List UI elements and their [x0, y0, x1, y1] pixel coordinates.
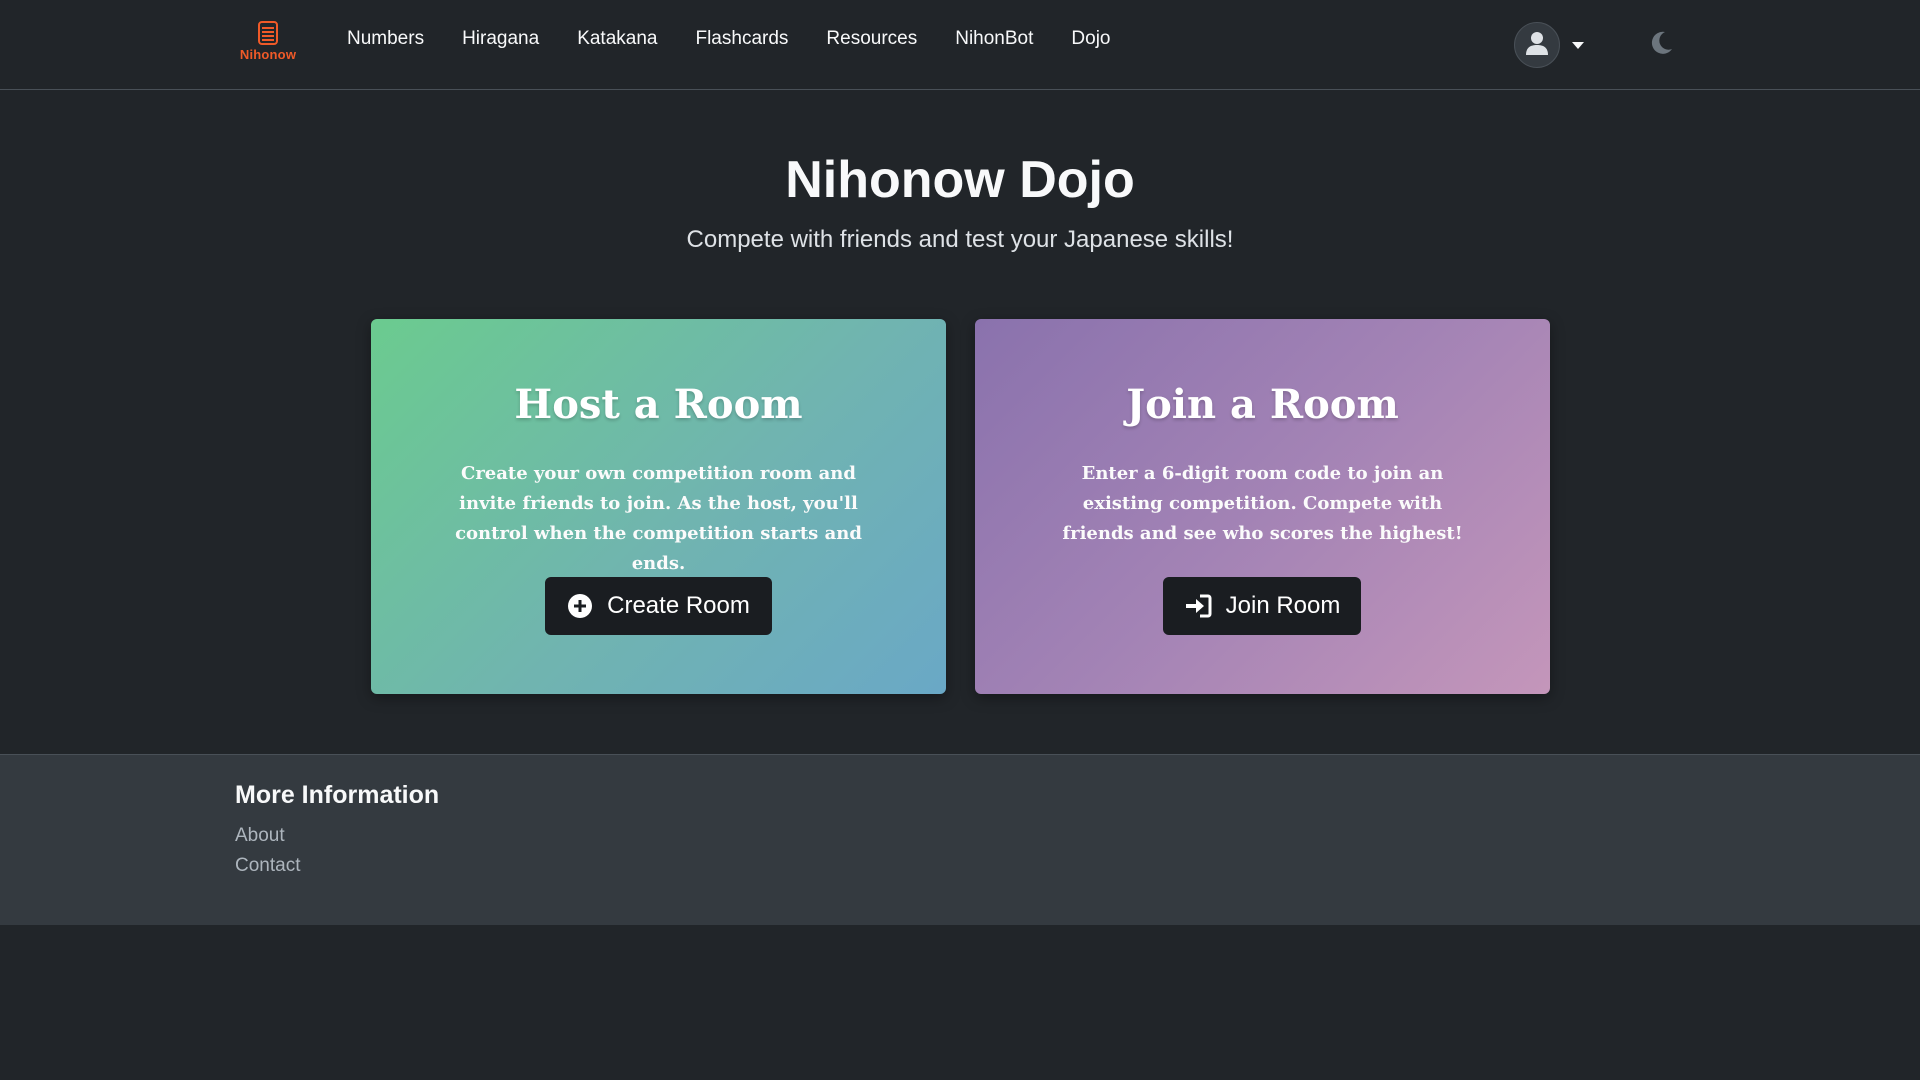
stacked-scroll-logo-icon — [255, 20, 281, 46]
avatar[interactable] — [1514, 22, 1560, 68]
create-room-label: Create Room — [607, 592, 750, 619]
brand-logo-link[interactable]: Nihonow — [235, 20, 301, 70]
top-navbar: Nihonow Numbers Hiragana Katakana Flashc… — [0, 0, 1920, 90]
join-room-card: Join a Room Enter a 6-digit room code to… — [975, 319, 1550, 694]
page-title: Nihonow Dojo — [785, 151, 1135, 209]
join-room-label: Join Room — [1225, 592, 1341, 619]
caret-down-icon[interactable] — [1572, 41, 1584, 49]
nav-link-flashcards[interactable]: Flashcards — [676, 0, 807, 78]
nav-link-resources[interactable]: Resources — [807, 0, 936, 78]
join-room-title: Join a Room — [1126, 381, 1399, 428]
host-room-card: Host a Room Create your own competition … — [371, 319, 946, 694]
nav-link-numbers[interactable]: Numbers — [327, 0, 443, 78]
footer-link-contact[interactable]: Contact — [235, 855, 300, 877]
footer-title: More Information — [235, 781, 440, 809]
host-room-title: Host a Room — [514, 381, 803, 428]
sign-in-icon — [1184, 594, 1212, 618]
host-room-description: Create your own competition room and inv… — [455, 463, 862, 574]
nav-link-katakana[interactable]: Katakana — [558, 0, 676, 78]
join-room-button[interactable]: Join Room — [1163, 577, 1361, 635]
create-room-button[interactable]: Create Room — [545, 577, 772, 635]
nav-links: Numbers Hiragana Katakana Flashcards Res… — [327, 0, 1129, 78]
theme-toggle-button[interactable] — [1644, 28, 1678, 62]
user-icon — [1525, 30, 1549, 61]
plus-circle-icon — [567, 593, 593, 619]
page-subtitle: Compete with friends and test your Japan… — [686, 226, 1234, 253]
nav-link-nihonbot[interactable]: NihonBot — [936, 0, 1052, 78]
brand-name: Nihonow — [239, 47, 297, 62]
moon-icon — [1647, 29, 1675, 62]
nav-link-hiragana[interactable]: Hiragana — [443, 0, 558, 78]
join-room-description: Enter a 6-digit room code to join an exi… — [1062, 463, 1463, 544]
footer: More Information About Contact — [0, 754, 1920, 925]
user-menu-dropdown[interactable] — [1514, 22, 1584, 68]
footer-link-about[interactable]: About — [235, 825, 285, 847]
nav-link-dojo[interactable]: Dojo — [1052, 0, 1129, 78]
